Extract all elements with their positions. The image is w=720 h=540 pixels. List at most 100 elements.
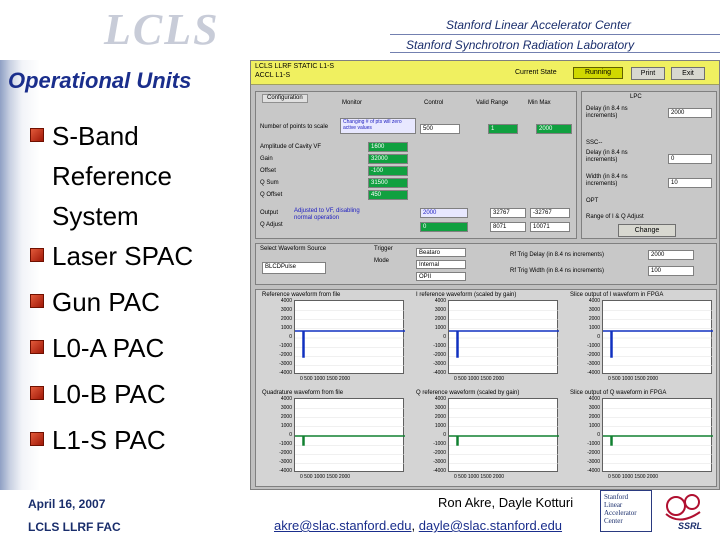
output-value[interactable]: 2000 [420,208,468,218]
bullet-item: S-Band Reference System [30,116,230,236]
bullet-text: Laser SPAC [52,241,194,271]
y-tick-label: -1000 [433,343,446,349]
email-link-akre[interactable]: akre@slac.stanford.edu [274,518,412,533]
cavity-value: 450 [368,190,408,200]
trig-width-label: Rf Trig Width (in 8.4 ns increments) [510,268,605,274]
y-tick-label: -1000 [279,441,292,447]
bullet-item: Gun PAC [30,282,160,322]
output-label: Output [260,210,279,216]
y-tick-label: 4000 [588,396,600,402]
select-waveform-label: Select Waveform Source [260,246,327,252]
y-tick-label: 3000 [588,307,600,313]
trigger-label: Trigger [374,246,393,252]
adjust-value[interactable]: 0 [420,222,468,232]
change-button[interactable]: Change [618,224,676,237]
bullet-square-icon [30,294,44,308]
y-tick-label: 3000 [588,405,600,411]
column-control: Control [424,100,444,106]
exit-button[interactable]: Exit [671,67,705,80]
app-subtitle: ACCL L1-S [255,72,291,79]
y-tick-label: -1000 [279,343,292,349]
trig-delay-label: Rf Trig Delay (in 8.4 ns increments) [510,252,605,258]
y-tick-label: -4000 [587,468,600,474]
y-tick-label: 0 [289,432,292,438]
plot-frame [448,398,559,472]
plot-frame [602,398,713,472]
slac-logo-line: Center [604,517,623,525]
q-adjust-label: Q Adjust [260,222,283,228]
mode-option[interactable]: OPII [416,272,466,281]
waveform-plot: Q reference waveform (scaled by gain) 400… [414,390,564,486]
slac-logo: Stanford Linear Accelerator Center [600,490,652,532]
y-tick-label: 4000 [280,298,292,304]
cavity-value: -100 [368,166,408,176]
output-note: Adjusted to VF, disabling normal operati… [294,208,360,221]
width-input[interactable]: 10 [668,178,712,188]
plot-frame [448,300,559,374]
y-tick-label: -4000 [587,370,600,376]
waveform-trace [449,435,559,446]
y-tick-label: -4000 [279,468,292,474]
y-tick-label: -3000 [279,459,292,465]
email-link-dayle[interactable]: dayle@slac.stanford.edu [419,518,562,533]
bullet-item: L1-S PAC [30,420,166,460]
cavity-label: Q Offset [260,192,283,198]
y-tick-label: 2000 [434,316,446,322]
waveform-trace [449,330,559,358]
ssrl-logo: SSRL [665,494,702,531]
y-tick-label: -3000 [587,361,600,367]
plot-frame [602,300,713,374]
trig-delay-input[interactable]: 2000 [648,250,694,260]
delay-label: Delay (in 8.4 ns increments) [586,106,628,119]
y-tick-label: 1000 [434,325,446,331]
slide-title: Operational Units [8,68,192,93]
y-tick-label: 0 [289,334,292,340]
num-points-control: 1 [488,124,518,134]
delay2-input[interactable]: 0 [668,154,712,164]
bullet-text: S-Band Reference System [52,121,172,231]
y-tick-label: -3000 [279,361,292,367]
y-tick-label: 0 [443,334,446,340]
y-tick-label: -1000 [433,441,446,447]
header-rule [390,34,720,35]
y-tick-label: -4000 [279,370,292,376]
y-tick-label: 1000 [588,423,600,429]
bullet-text: Gun PAC [52,287,160,317]
num-points-note: Changing # of pts will zero active value… [340,118,416,134]
y-tick-label: -3000 [433,459,446,465]
timing-panel: LPC Delay (in 8.4 ns increments) 2000 SS… [581,91,717,239]
bullet-text: L1-S PAC [52,425,166,455]
header-rule [390,52,720,53]
y-tick-label: 2000 [588,414,600,420]
bullet-square-icon [30,128,44,142]
email-separator: , [411,518,416,533]
output-max: 32767 [490,208,526,218]
adjust-max: 8071 [490,222,526,232]
y-tick-label: 3000 [434,405,446,411]
width-label: Width (in 8.4 ns increments) [586,174,628,187]
y-tick-label: -3000 [433,361,446,367]
cavity-label: Q Sum [260,180,279,186]
num-points-input[interactable]: 500 [420,124,460,134]
waveform-plot: Slice output of I waveform in FPGA 4000 30… [568,292,718,388]
trig-width-input[interactable]: 100 [648,266,694,276]
delay-input[interactable]: 2000 [668,108,712,118]
waveform-source-select[interactable]: BLCDPulse [262,262,326,274]
slac-logo-line: Linear [604,501,623,509]
mode-option[interactable]: Beataro [416,248,466,257]
bullet-text: L0-B PAC [52,379,166,409]
y-tick-label: 4000 [434,396,446,402]
mode-option[interactable]: Internal [416,260,466,269]
cavity-label: Amplitude of Cavity VF [260,144,322,150]
y-tick-label: -1000 [587,441,600,447]
y-tick-label: 4000 [280,396,292,402]
tab-configuration[interactable]: Configuration [262,94,308,103]
bullet-item: L0-B PAC [30,374,166,414]
y-tick-label: -1000 [587,343,600,349]
footer-authors: Ron Akre, Dayle Kotturi [438,495,574,510]
footer-emails: akre@slac.stanford.edu, dayle@slac.stanf… [274,518,562,533]
cavity-label: Offset [260,168,276,174]
print-button[interactable]: Print [631,67,665,80]
waveform-trace [603,435,713,446]
waveform-trace [295,435,405,446]
